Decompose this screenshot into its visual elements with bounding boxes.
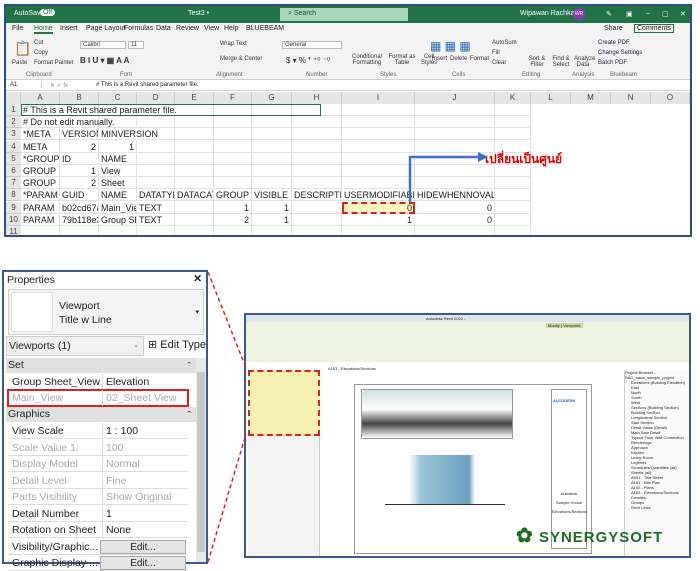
- cell[interactable]: MINVERSION: [99, 128, 399, 141]
- callout-line: [207, 271, 247, 369]
- annotation-overlay: [207, 152, 488, 563]
- annotation-arrow: [408, 155, 478, 202]
- arrow-head-icon: [478, 152, 488, 162]
- cell[interactable]: # Do not edit manually.: [21, 116, 321, 129]
- cell[interactable]: # This is a Revit shared parameter file.: [21, 104, 321, 116]
- callout-line: [207, 433, 247, 563]
